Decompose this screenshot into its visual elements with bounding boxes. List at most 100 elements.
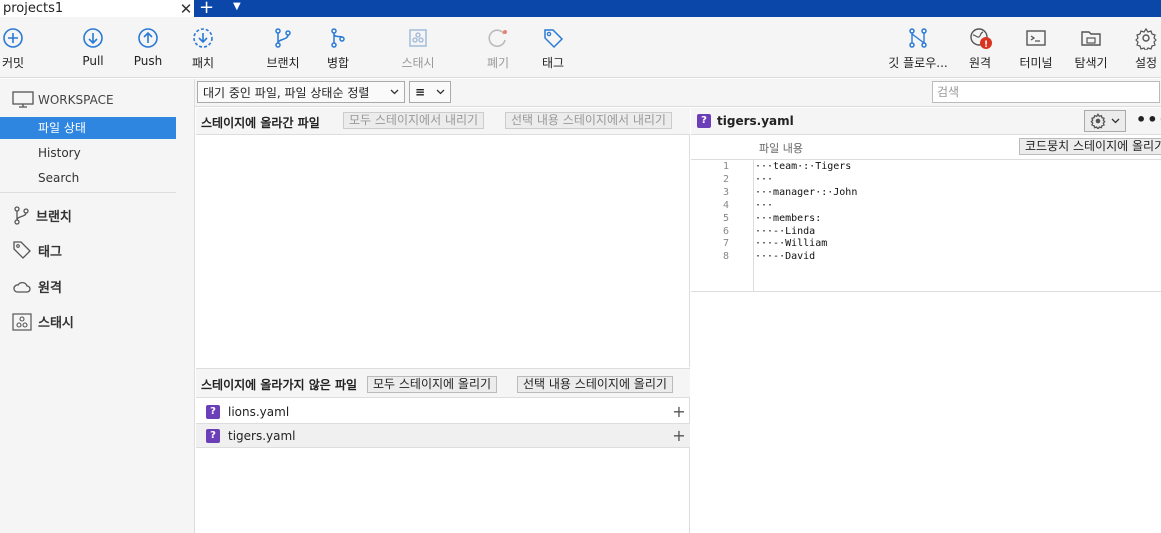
globe-icon: ! <box>970 28 992 50</box>
tab-menu-icon[interactable]: ▼ <box>233 1 241 12</box>
sidebar-item-file-status[interactable]: 파일 상태 <box>0 117 176 139</box>
stage-all-button[interactable]: 모두 스테이지에 올리기 <box>367 376 498 393</box>
merge-button[interactable]: 병합 <box>308 26 368 71</box>
branch-icon <box>275 28 291 48</box>
diff-panel: ? tigers.yaml ••• 파일 내용 코드뭉치 스테이지에 올리기 1… <box>691 108 1161 533</box>
sidebar-group-label: 스태시 <box>38 316 74 331</box>
untracked-status-icon: ? <box>206 404 220 419</box>
settings-label: 설정 <box>1134 56 1158 70</box>
unstage-all-button[interactable]: 모두 스테이지에서 내리기 <box>343 112 485 129</box>
line-number: 8 <box>722 251 729 262</box>
gutter-divider <box>753 160 754 292</box>
remote-warning-badge: ! <box>984 40 988 50</box>
unstage-selected-button[interactable]: 선택 내용 스테이지에서 내리기 <box>505 112 672 129</box>
gitflow-icon <box>909 28 927 48</box>
stage-file-plus-icon[interactable]: + <box>668 426 690 445</box>
code-line: ···-·Linda <box>755 226 816 237</box>
more-options-icon[interactable]: ••• <box>1136 110 1161 129</box>
code-line: ···members: <box>755 213 822 224</box>
settings-button[interactable]: 설정 <box>1116 26 1161 71</box>
chevron-down-icon <box>436 89 445 95</box>
hunk-label: 파일 내용 <box>759 142 803 155</box>
line-number: 4 <box>722 200 729 211</box>
sidebar-group-stashes[interactable]: 스태시 <box>12 312 74 331</box>
commit-button[interactable]: 커밋 <box>0 26 43 71</box>
sidebar-group-label: 원격 <box>38 281 62 296</box>
diff-header: ? tigers.yaml ••• <box>691 108 1161 135</box>
tab-projects1[interactable]: projects1 ✕ <box>0 0 194 18</box>
stash-label: 스태시 <box>401 56 435 70</box>
remote-label: 원격 <box>968 56 992 70</box>
stage-hunk-button[interactable]: 코드뭉치 스테이지에 올리기 <box>1019 138 1161 155</box>
tag-button[interactable]: 태그 <box>523 26 583 71</box>
unstaged-header: 스테이지에 올라가지 않은 파일 모두 스테이지에 올리기 선택 내용 스테이지… <box>196 368 690 398</box>
folder-icon <box>1081 31 1101 46</box>
tab-bar: projects1 ✕ + ▼ <box>0 0 1161 18</box>
line-number: 3 <box>722 187 729 198</box>
merge-icon <box>331 28 345 48</box>
untracked-status-icon: ? <box>697 114 711 128</box>
unstaged-title: 스테이지에 올라가지 않은 파일 <box>201 378 358 392</box>
staged-files-panel: 스테이지에 올라간 파일 모두 스테이지에서 내리기 선택 내용 스테이지에서 … <box>196 108 690 367</box>
patch-button[interactable]: 패치 <box>173 26 233 71</box>
file-row-lions[interactable]: ? lions.yaml + <box>196 400 690 424</box>
workspace-label: WORKSPACE <box>38 93 114 107</box>
code-line: ··· <box>755 174 774 185</box>
pull-label: Pull <box>82 54 104 68</box>
tab-title: projects1 <box>3 1 64 16</box>
line-number: 1 <box>722 161 729 172</box>
discard-label: 폐기 <box>486 56 510 70</box>
gear-icon <box>1135 27 1157 50</box>
staged-header: 스테이지에 올라간 파일 모두 스테이지에서 내리기 선택 내용 스테이지에서 … <box>196 108 690 135</box>
terminal-button[interactable]: 터미널 <box>1006 26 1066 71</box>
terminal-icon <box>1026 30 1046 46</box>
explorer-button[interactable]: 탐색기 <box>1061 26 1121 71</box>
commit-label: 커밋 <box>1 56 25 70</box>
cloud-icon <box>13 281 31 293</box>
stash-icon <box>409 29 427 47</box>
search-input[interactable] <box>932 81 1160 103</box>
stage-selected-button[interactable]: 선택 내용 스테이지에 올리기 <box>517 376 673 393</box>
file-name: tigers.yaml <box>228 428 296 443</box>
gitflow-button[interactable]: 깃 플로우... <box>888 26 948 71</box>
close-icon[interactable]: ✕ <box>178 0 194 18</box>
plus-circle-icon <box>3 28 23 48</box>
remote-button[interactable]: ! 원격 <box>950 26 1010 71</box>
view-mode-dropdown[interactable]: ≡ <box>409 81 451 103</box>
code-line: ···team·:·Tigers <box>755 161 852 172</box>
sidebar: WORKSPACE 파일 상태 History Search 브랜치 태그 원격… <box>0 79 195 533</box>
untracked-status-icon: ? <box>206 428 220 443</box>
sidebar-group-branches[interactable]: 브랜치 <box>12 205 72 225</box>
patch-label: 패치 <box>191 56 215 70</box>
pull-button[interactable]: Pull <box>63 26 123 68</box>
add-tab-icon[interactable]: + <box>199 0 214 18</box>
sidebar-item-search[interactable]: Search <box>0 167 176 189</box>
sidebar-group-label: 브랜치 <box>36 209 72 225</box>
sidebar-divider <box>0 192 176 193</box>
tag-label: 태그 <box>541 56 565 70</box>
sidebar-group-tags[interactable]: 태그 <box>12 240 62 260</box>
sidebar-item-history[interactable]: History <box>0 142 176 164</box>
stage-file-plus-icon[interactable]: + <box>668 402 690 421</box>
sidebar-group-remotes[interactable]: 원격 <box>12 277 62 296</box>
workspace-header: WORKSPACE <box>12 91 114 109</box>
stash-button[interactable]: 스태시 <box>388 26 448 71</box>
file-status-dropdown-label: 대기 중인 파일, 파일 상태순 정렬 <box>203 85 370 100</box>
branch-label: 브랜치 <box>266 56 300 70</box>
file-row-tigers[interactable]: ? tigers.yaml + <box>196 424 690 448</box>
push-button[interactable]: Push <box>118 26 178 68</box>
code-line: ··· <box>755 200 774 211</box>
line-number: 5 <box>722 213 729 224</box>
file-status-dropdown[interactable]: 대기 중인 파일, 파일 상태순 정렬 <box>197 81 405 103</box>
patch-icon <box>193 28 213 48</box>
push-label: Push <box>133 54 163 68</box>
code-line: ···-·David <box>755 251 816 262</box>
explorer-label: 탐색기 <box>1074 56 1108 70</box>
discard-icon <box>488 29 507 47</box>
discard-button[interactable]: 폐기 <box>468 26 528 71</box>
diff-options-button[interactable] <box>1084 110 1126 132</box>
chevron-down-icon <box>390 89 399 95</box>
file-name: lions.yaml <box>228 404 290 419</box>
branch-button[interactable]: 브랜치 <box>253 26 313 71</box>
toolbar: 커밋 Pull Push 패치 브랜치 병합 스태시 폐기 태그 깃 플로우..… <box>0 17 1161 78</box>
